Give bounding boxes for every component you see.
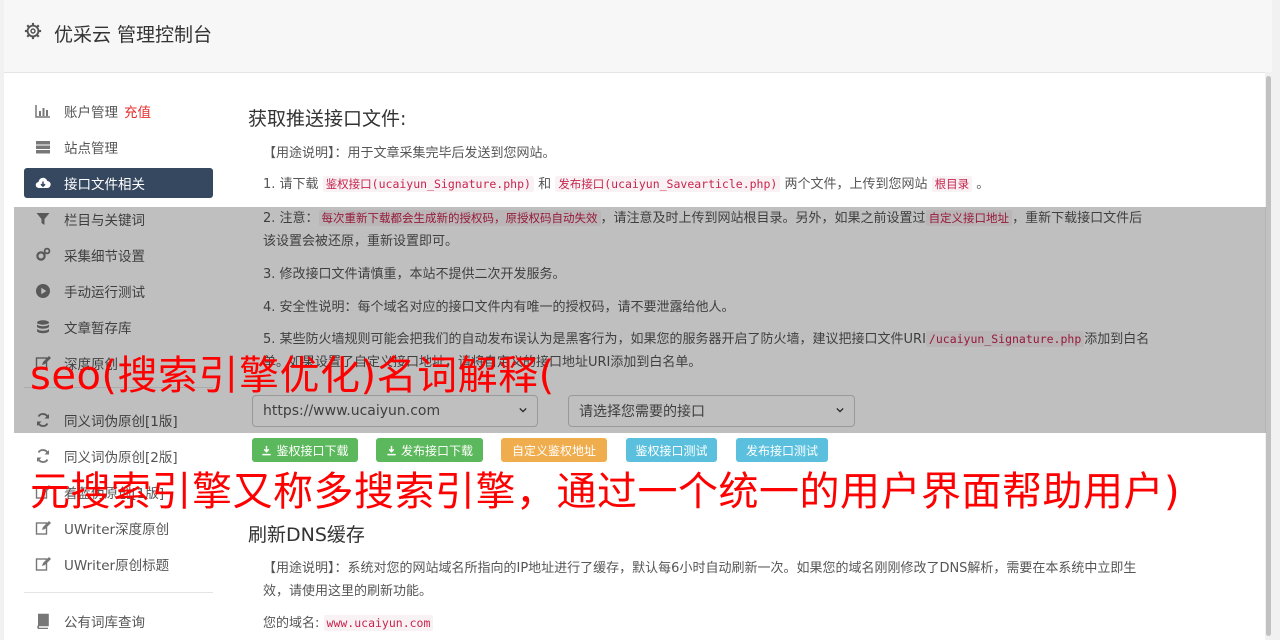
cloud-download-icon xyxy=(35,177,51,189)
sidebar-item-sites[interactable]: 站点管理 xyxy=(24,132,213,162)
recharge-link[interactable]: 充值 xyxy=(124,101,151,121)
publish-test-button[interactable]: 发布接口测试 xyxy=(736,438,828,462)
sidebar-item-label: UWriter原创标题 xyxy=(64,558,170,574)
sidebar-item-synonym-v2[interactable]: 同义词伪原创[2版] xyxy=(24,441,213,471)
code-signature-interface: 鉴权接口(ucaiyun_Signature.php) xyxy=(322,176,534,192)
domain-row: 您的域名: www.ucaiyun.com xyxy=(263,612,1153,635)
sidebar-item-label: 同义词伪原创[2版] xyxy=(64,450,178,466)
app-title: 优采云 管理控制台 xyxy=(54,24,213,46)
scrollbar-thumb[interactable] xyxy=(1266,76,1271,636)
sidebar-item-label: 账户管理 xyxy=(64,105,118,121)
section-title-dns: 刷新DNS缓存 xyxy=(248,524,365,546)
sidebar-item-label: 公有词库查询 xyxy=(64,615,145,631)
overlay-headline-2: 元搜索引擎又称多搜索引擎，通过一个统一的用户界面帮助用户) xyxy=(30,469,1181,515)
overlay-headline-1: seo(搜索引擎优化)名词解释( xyxy=(30,353,555,399)
server-icon xyxy=(36,141,50,154)
custom-address-button[interactable]: 自定义鉴权地址 xyxy=(501,438,607,462)
refresh-icon xyxy=(37,449,49,463)
sidebar-item-uwriter-title[interactable]: UWriter原创标题 xyxy=(24,549,213,579)
sidebar-item-public-lexicon[interactable]: 公有词库查询 xyxy=(24,606,213,636)
domain-value: www.ucaiyun.com xyxy=(323,615,434,631)
dns-usage-note: 【用途说明】：系统对您的网站域名所指向的IP地址进行了缓存，默认每6小时自动刷新… xyxy=(263,561,1137,599)
signature-test-button[interactable]: 鉴权接口测试 xyxy=(626,438,717,462)
section-title-interface: 获取推送接口文件: xyxy=(248,108,407,130)
sidebar-item-interface-files[interactable]: 接口文件相关 xyxy=(24,168,213,198)
download-icon xyxy=(262,445,272,455)
ad-overlay xyxy=(14,207,1266,433)
edit-icon xyxy=(35,557,51,571)
bar-chart-icon xyxy=(35,105,50,118)
sidebar-item-label: 接口文件相关 xyxy=(64,177,145,193)
sidebar-divider xyxy=(24,592,213,593)
sidebar-item-label: 站点管理 xyxy=(64,141,118,157)
code-root-dir: 根目录 xyxy=(931,176,973,192)
publish-download-button[interactable]: 发布接口下载 xyxy=(376,438,483,462)
download-icon xyxy=(387,445,396,455)
gear-icon xyxy=(24,22,42,40)
usage-note: 【用途说明】：用于文章采集完毕后发送到您网站。 xyxy=(263,146,556,161)
step-1: 1. 请下载 鉴权接口(ucaiyun_Signature.php) 和 发布接… xyxy=(263,176,990,192)
sidebar-item-uwriter-deep[interactable]: UWriter深度原创 xyxy=(24,513,213,543)
sidebar-item-account[interactable]: 账户管理 充值 xyxy=(24,96,213,126)
scrollbar[interactable] xyxy=(1265,72,1272,640)
domain-label: 您的域名: xyxy=(263,616,320,631)
signature-download-button[interactable]: 鉴权接口下载 xyxy=(252,438,358,462)
book-icon xyxy=(37,613,49,629)
sidebar-item-label: UWriter深度原创 xyxy=(64,522,170,538)
code-publish-interface: 发布接口(ucaiyun_Savearticle.php) xyxy=(555,176,781,192)
header: 优采云 管理控制台 xyxy=(4,0,1272,73)
edit-icon xyxy=(35,521,51,535)
